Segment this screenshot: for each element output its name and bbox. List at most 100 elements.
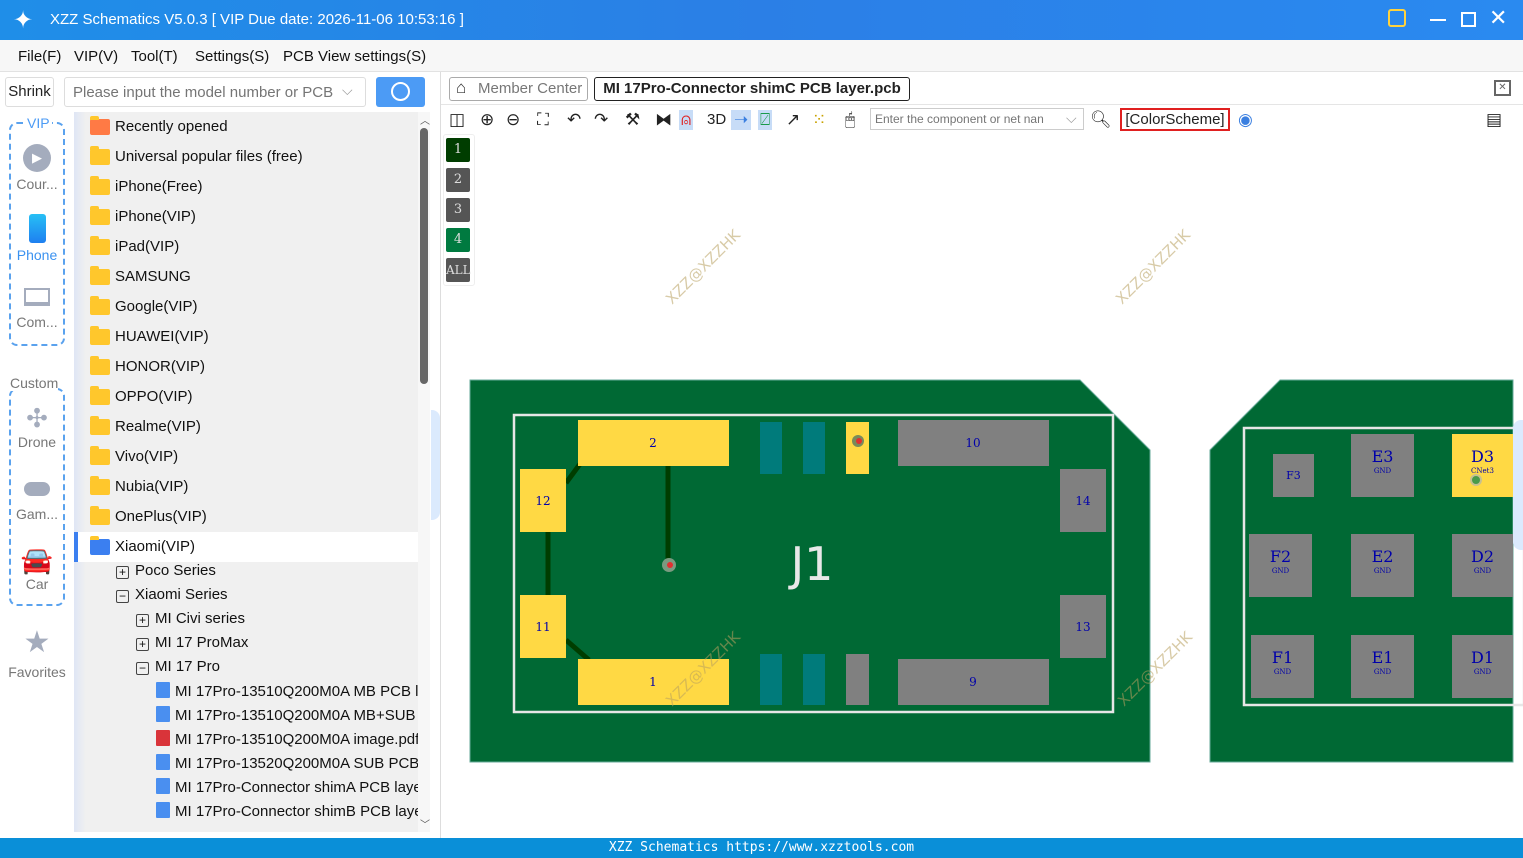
dots-grid-icon[interactable]: ⁙ <box>812 110 826 130</box>
nav-computer[interactable]: Com... <box>0 288 74 330</box>
maximize-icon[interactable] <box>1461 12 1476 27</box>
chevron-down-icon[interactable]: ⌵ <box>1066 110 1077 127</box>
curve-icon[interactable]: ↗ <box>786 110 800 130</box>
nav-courses[interactable]: ▶ Cour... <box>0 144 74 192</box>
collapse-icon[interactable]: − <box>136 662 149 675</box>
vip-group-label: VIP <box>25 115 52 131</box>
menu-pcb-view-settings[interactable]: PCB View settings(S) <box>283 48 426 65</box>
pad[interactable] <box>803 654 825 705</box>
scroll-down-icon[interactable]: ﹀ <box>420 816 430 831</box>
tree-file[interactable]: MI 17Pro-Connector shimA PCB layer <box>156 778 418 802</box>
tab-active-pcb[interactable]: MI 17Pro-Connector shimC PCB layer.pcb <box>594 77 910 101</box>
expand-icon[interactable]: + <box>136 638 149 651</box>
fit-screen-icon[interactable]: ⛶ <box>537 110 549 130</box>
zoom-out-icon[interactable]: ⊖ <box>506 110 520 130</box>
window-title: XZZ Schematics V5.0.3 [ VIP Due date: 20… <box>50 11 464 28</box>
car-icon: 🚘 <box>20 545 54 575</box>
mirror-icon[interactable]: ⧓ <box>655 110 672 130</box>
model-search-input[interactable] <box>64 77 366 107</box>
tree-node-poco[interactable]: + Poco Series <box>116 562 216 586</box>
net-search-input[interactable] <box>870 108 1084 130</box>
color-scheme-button[interactable]: [ColorScheme] <box>1120 108 1230 131</box>
search-icon[interactable]: 🔍︎ <box>1090 110 1112 130</box>
tree-node-mi17-pro[interactable]: − MI 17 Pro <box>136 658 220 682</box>
tree-node-mi-civi[interactable]: + MI Civi series <box>136 610 245 634</box>
chevron-down-icon[interactable]: ⌵ <box>342 82 353 99</box>
expand-icon[interactable]: + <box>116 566 129 579</box>
tree-file[interactable]: MI 17Pro-13510Q200M0A image.pdf <box>156 730 418 754</box>
tree-folder[interactable]: OPPO(VIP) <box>74 382 418 412</box>
shrink-button[interactable]: Shrink <box>5 77 54 107</box>
tree-folder[interactable]: OnePlus(VIP) <box>74 502 418 532</box>
tree-node-mi17-promax[interactable]: + MI 17 ProMax <box>136 634 248 658</box>
tree-folder[interactable]: iPad(VIP) <box>74 232 418 262</box>
collapse-icon[interactable]: − <box>116 590 129 603</box>
alarm-light-icon[interactable]: ⍝ <box>679 110 694 130</box>
tree-folder[interactable]: Xiaomi(VIP) <box>74 532 418 562</box>
collapse-left-panel-handle[interactable] <box>431 410 440 520</box>
tree-folder[interactable]: Universal popular files (free) <box>74 142 418 172</box>
menu-settings[interactable]: Settings(S) <box>195 48 269 65</box>
rotate-left-icon[interactable]: ↶ <box>567 110 581 130</box>
bga-net-label: GND <box>1374 467 1392 475</box>
pad[interactable] <box>846 422 869 474</box>
pad-label: 13 <box>1075 620 1090 634</box>
paint-roller-icon[interactable]: ⚒ <box>625 110 640 130</box>
tree-folder-label: Nubia(VIP) <box>115 478 189 495</box>
pad[interactable] <box>760 422 782 474</box>
pad[interactable] <box>803 422 825 474</box>
scroll-up-icon[interactable]: ︿ <box>420 112 430 127</box>
pad[interactable] <box>760 654 782 705</box>
menu-vip[interactable]: VIP(V) <box>74 48 118 65</box>
folder-icon <box>90 296 110 315</box>
zoom-in-icon[interactable]: ⊕ <box>480 110 494 130</box>
tree-file[interactable]: MI 17Pro-Connector shimB PCB layer <box>156 802 418 826</box>
nav-phone[interactable]: Phone <box>0 214 74 263</box>
search-button[interactable] <box>376 77 425 107</box>
minimize-icon[interactable] <box>1430 19 1446 21</box>
pcb-canvas[interactable]: 2 10 12 14 11 13 1 9 J1 F3E3GNDD3CNet3F2… <box>441 134 1523 838</box>
menu-file[interactable]: File(F) <box>18 48 61 65</box>
tree-folder[interactable]: HUAWEI(VIP) <box>74 322 418 352</box>
nav-drone[interactable]: ✣ Drone <box>0 404 74 450</box>
diode-icon[interactable]: ➝ <box>731 110 752 130</box>
collapse-right-panel-handle[interactable] <box>1513 420 1523 550</box>
category-nav: VIP ▶ Cour... Phone Com... Custom ✣ Drone … <box>0 112 74 838</box>
tree-file[interactable]: MI 17Pro-13520Q200M0A SUB PCB layer <box>156 754 418 778</box>
toolbar-divider <box>441 104 1523 105</box>
tree-folder[interactable]: iPhone(Free) <box>74 172 418 202</box>
nav-game[interactable]: Gam... <box>0 482 74 522</box>
rotate-right-icon[interactable]: ↷ <box>594 110 608 130</box>
menu-tool[interactable]: Tool(T) <box>131 48 178 65</box>
tree-file[interactable]: MI 17Pro-13510Q200M0A MB PCB layer <box>156 682 418 706</box>
mouse-icon[interactable]: 🖱 <box>845 110 855 130</box>
tree-folder-label: HUAWEI(VIP) <box>115 328 209 345</box>
expand-icon[interactable]: + <box>136 614 149 627</box>
tree-folder[interactable]: Realme(VIP) <box>74 412 418 442</box>
close-tabs-icon[interactable]: ✕ <box>1494 80 1511 96</box>
tree-folder[interactable]: iPhone(VIP) <box>74 202 418 232</box>
tree-scrollbar[interactable]: ︿ ﹀ <box>418 112 430 832</box>
vip-icon[interactable] <box>1388 9 1406 27</box>
nav-car[interactable]: 🚘 Car <box>0 546 74 592</box>
close-icon[interactable]: ✕ <box>1489 5 1507 31</box>
pad[interactable] <box>846 654 869 705</box>
folder-icon <box>90 176 110 195</box>
3d-view-button[interactable]: 3D <box>707 111 726 128</box>
tree-file[interactable]: MI 17Pro-13510Q200M0A MB+SUB <box>156 706 418 730</box>
tree-folder[interactable]: Recently opened <box>74 112 418 142</box>
tree-folder[interactable]: Google(VIP) <box>74 292 418 322</box>
tab-member-center[interactable]: ⌂ Member Center <box>449 77 588 101</box>
scroll-thumb[interactable] <box>420 128 428 384</box>
tree-folder[interactable]: HONOR(VIP) <box>74 352 418 382</box>
net-highlight-icon[interactable]: ⍁ <box>758 110 773 130</box>
tree-folder[interactable]: Nubia(VIP) <box>74 472 418 502</box>
tree-node-xiaomi-series[interactable]: − Xiaomi Series <box>116 586 228 610</box>
tree-folder[interactable]: Vivo(VIP) <box>74 442 418 472</box>
eye-icon[interactable]: ◉ <box>1238 110 1253 130</box>
pdf-file-icon <box>156 730 170 746</box>
side-panel-icon[interactable]: ▤ <box>1486 110 1502 130</box>
split-view-icon[interactable]: ◫ <box>449 110 465 130</box>
nav-favorites[interactable]: ★ Favorites <box>0 628 74 681</box>
tree-folder[interactable]: SAMSUNG <box>74 262 418 292</box>
